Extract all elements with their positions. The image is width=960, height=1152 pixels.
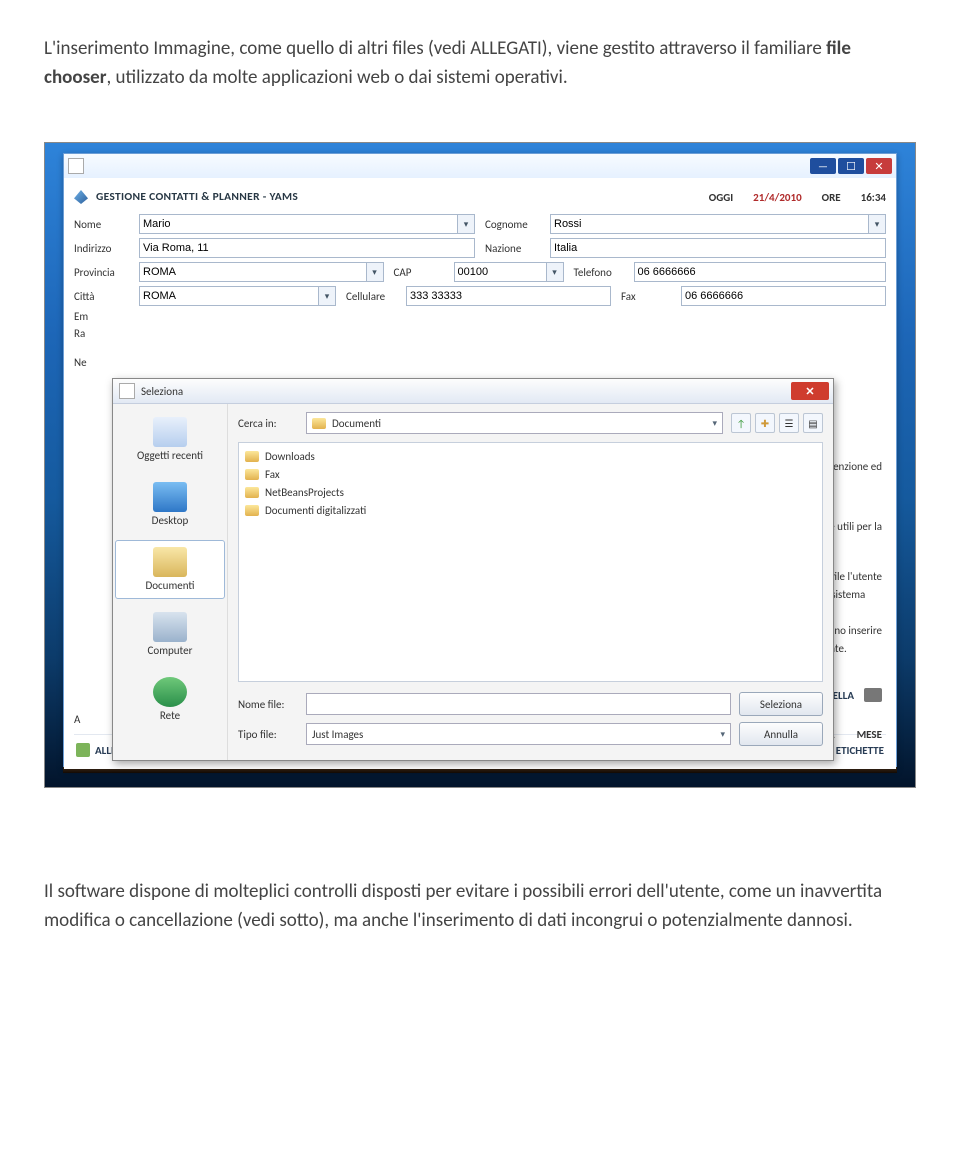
maximize-button[interactable]: ☐ [838,158,864,174]
fax-input[interactable] [681,286,886,306]
fax-label: Fax [621,290,671,303]
cap-input[interactable] [454,262,547,282]
cognome-label: Cognome [485,218,540,231]
indirizzo-input[interactable] [139,238,475,258]
details-view-button[interactable]: ▤ [803,413,823,433]
filetype-combobox[interactable]: Just Images▾ [306,723,731,745]
app-window: — ☐ ✕ GESTIONE CONTATTI & PLANNER - YAMS… [63,153,897,770]
list-view-button[interactable]: ☰ [779,413,799,433]
folder-icon [245,487,259,498]
nome-label: Nome [74,218,129,231]
place-desktop[interactable]: Desktop [115,475,225,534]
telefono-input[interactable] [634,262,887,282]
folder-icon [245,451,259,462]
nazione-input[interactable] [550,238,886,258]
screenshot-container: — ☐ ✕ GESTIONE CONTATTI & PLANNER - YAMS… [44,142,916,788]
mese-label: MESE [857,728,882,741]
indirizzo-label: Indirizzo [74,242,129,255]
minimize-button[interactable]: — [810,158,836,174]
chevron-down-icon: ▾ [712,418,717,429]
attach-icon [76,743,90,757]
ra-label: Ra [74,327,129,340]
folder-icon [312,418,326,429]
citta-label: Città [74,290,129,303]
place-network[interactable]: Rete [115,670,225,729]
list-item[interactable]: NetBeansProjects [245,483,816,501]
dialog-close-button[interactable]: ✕ [791,382,829,400]
time-value: 16:34 [861,191,886,204]
app-title: GESTIONE CONTATTI & PLANNER - YAMS [74,190,298,204]
open-button[interactable]: Seleziona [739,692,823,716]
place-recent[interactable]: Oggetti recenti [115,410,225,469]
folder-icon [245,469,259,480]
documents-icon [153,547,187,577]
ne-label: Ne [74,356,129,369]
ore-label: ORE [822,191,841,204]
citta-input[interactable] [139,286,319,306]
outro-paragraph: Il software dispone di molteplici contro… [44,878,916,935]
nazione-label: Nazione [485,242,540,255]
provincia-input[interactable] [139,262,367,282]
desktop-icon [153,482,187,512]
cancel-button[interactable]: Annulla [739,722,823,746]
cellulare-input[interactable] [406,286,611,306]
cap-label: CAP [394,266,444,279]
file-list[interactable]: Downloads Fax NetBeansProjects Documenti… [238,442,823,682]
nomefile-label: Nome file: [238,698,298,711]
list-item[interactable]: Downloads [245,447,816,465]
printer-icon[interactable] [864,688,882,702]
folder-icon [245,505,259,516]
chevron-down-icon[interactable]: ▾ [547,262,564,282]
tipofile-label: Tipo file: [238,728,298,741]
network-icon [153,677,187,707]
chevron-down-icon[interactable]: ▾ [458,214,475,234]
dialog-title: Seleziona [141,385,183,398]
place-computer[interactable]: Computer [115,605,225,664]
file-chooser-dialog: Seleziona ✕ Oggetti recenti Desktop Docu… [112,378,834,761]
java-icon [119,383,135,399]
cellulare-label: Cellulare [346,290,396,303]
oggi-label: OGGI [709,191,733,204]
nome-input[interactable] [139,214,458,234]
place-documents[interactable]: Documenti [115,540,225,599]
cognome-input[interactable] [550,214,869,234]
new-folder-button[interactable]: ✚ [755,413,775,433]
chevron-down-icon: ▾ [720,729,725,740]
up-folder-button[interactable]: ↑ [731,413,751,433]
java-icon [68,158,84,174]
telefono-label: Telefono [574,266,624,279]
provincia-label: Provincia [74,266,129,279]
close-button[interactable]: ✕ [866,158,892,174]
em-label: Em [74,310,129,323]
logo-icon [74,190,88,204]
chevron-down-icon[interactable]: ▾ [319,286,336,306]
desktop-background: — ☐ ✕ GESTIONE CONTATTI & PLANNER - YAMS… [44,142,916,788]
chevron-down-icon[interactable]: ▾ [869,214,886,234]
titlebar: — ☐ ✕ [64,154,896,178]
recent-icon [153,417,187,447]
lookin-combobox[interactable]: Documenti ▾ [306,412,723,434]
intro-paragraph: L'inserimento Immagine, come quello di a… [44,35,916,92]
filename-input[interactable] [306,693,731,715]
chevron-down-icon[interactable]: ▾ [367,262,384,282]
list-item[interactable]: Documenti digitalizzati [245,501,816,519]
date-value: 21/4/2010 [753,191,801,204]
cerca-in-label: Cerca in: [238,417,298,430]
computer-icon [153,612,187,642]
list-item[interactable]: Fax [245,465,816,483]
